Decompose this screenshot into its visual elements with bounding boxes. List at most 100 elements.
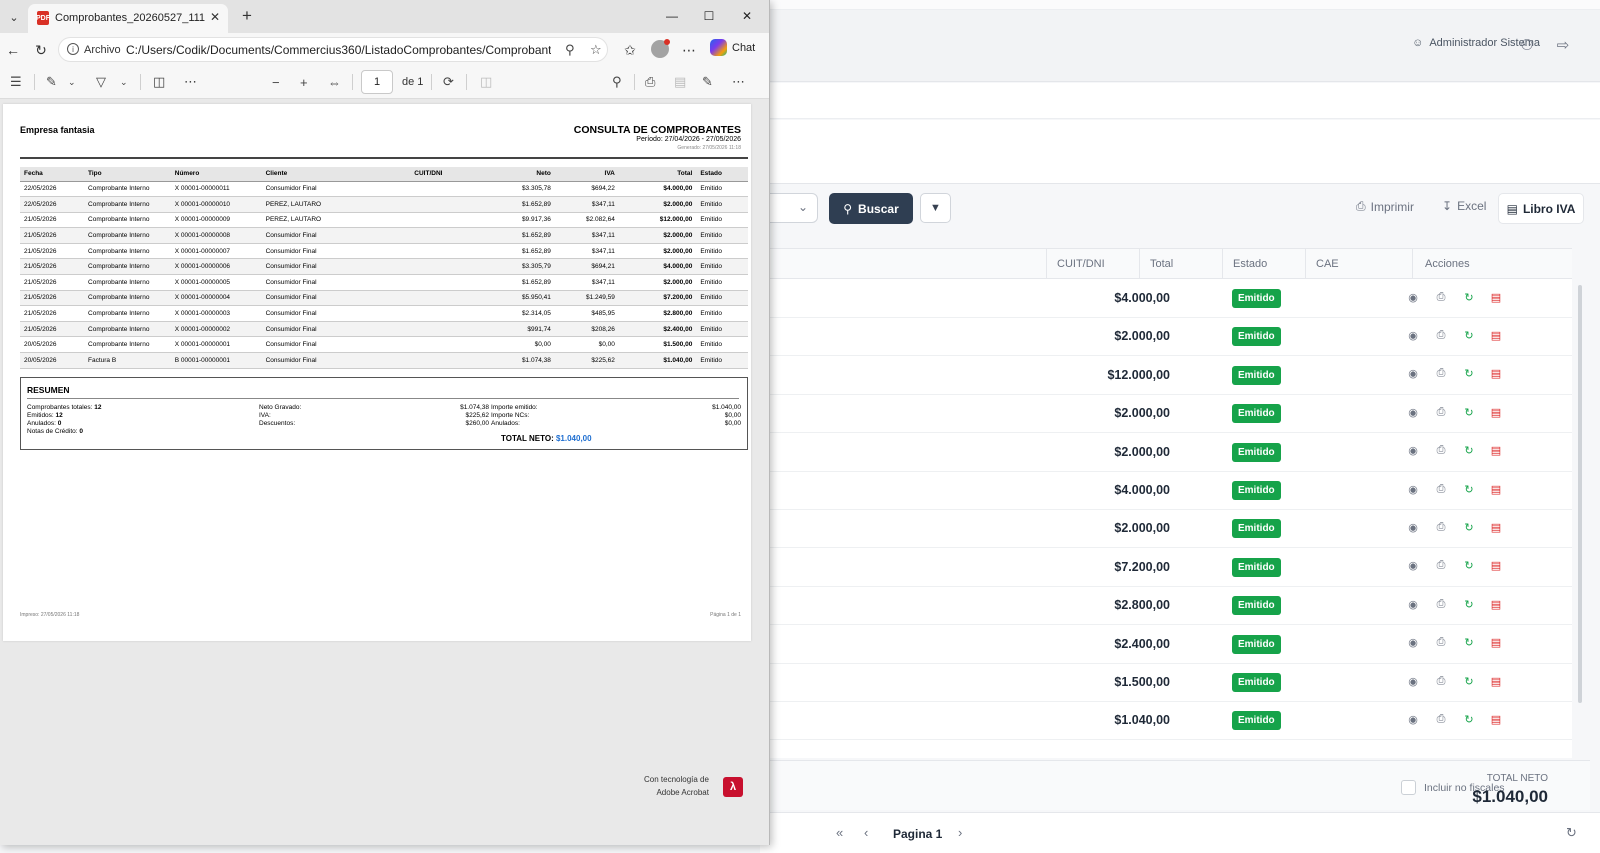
refresh-icon[interactable]: ↻	[1462, 482, 1476, 496]
printer-icon[interactable]: ⎙	[1434, 636, 1448, 650]
refresh-icon[interactable]: ↻	[1462, 290, 1476, 304]
page-view-icon[interactable]: ◫	[480, 73, 492, 91]
printer-icon[interactable]: ⎙	[1434, 444, 1448, 458]
table-row[interactable]: $1.040,00 Emitido ◉ ⎙ ↻ ▤	[760, 701, 1572, 741]
table-row[interactable]: $2.800,00 Emitido ◉ ⎙ ↻ ▤	[760, 586, 1572, 626]
table-row[interactable]: $4.000,00 Emitido ◉ ⎙ ↻ ▤	[760, 471, 1572, 510]
refresh-icon[interactable]: ↻	[1462, 444, 1476, 458]
refresh-icon[interactable]: ↻	[1462, 674, 1476, 688]
zoom-icon[interactable]: ⚲	[565, 42, 575, 58]
zoom-out-icon[interactable]: −	[272, 73, 280, 91]
new-tab-button[interactable]: +	[236, 5, 258, 27]
chevron-down-icon[interactable]: ⌄	[68, 73, 76, 91]
printer-icon[interactable]: ⎙	[1434, 290, 1448, 304]
pdf-icon[interactable]: ▤	[1489, 405, 1503, 419]
table-row[interactable]: $4.000,00 Emitido ◉ ⎙ ↻ ▤	[760, 279, 1572, 318]
settings-more-icon[interactable]: ⋯	[732, 73, 745, 91]
table-row[interactable]: $7.200,00 Emitido ◉ ⎙ ↻ ▤	[760, 548, 1572, 587]
column-header-total[interactable]: Total	[1150, 258, 1173, 270]
more-menu-icon[interactable]: ⋯	[678, 39, 700, 61]
printer-icon[interactable]: ⎙	[1434, 597, 1448, 611]
pdf-icon[interactable]: ▤	[1489, 367, 1503, 381]
printer-icon[interactable]: ⎙	[1434, 328, 1448, 342]
reload-button[interactable]: ↻	[30, 39, 52, 61]
eye-icon[interactable]: ◉	[1406, 405, 1420, 419]
favorite-star-icon[interactable]: ☆	[590, 42, 602, 58]
eye-icon[interactable]: ◉	[1406, 328, 1420, 342]
printer-icon[interactable]: ⎙	[1434, 674, 1448, 688]
back-button[interactable]: ←	[2, 39, 24, 61]
draw-icon[interactable]: ▽	[96, 73, 106, 91]
pdf-icon[interactable]: ▤	[1489, 328, 1503, 342]
table-row[interactable]: $2.000,00 Emitido ◉ ⎙ ↻ ▤	[760, 394, 1572, 434]
pdf-icon[interactable]: ▤	[1489, 636, 1503, 650]
user-settings-icon[interactable]: ⚇	[1518, 36, 1536, 54]
pdf-icon[interactable]: ▤	[1489, 520, 1503, 534]
pdf-icon[interactable]: ▤	[1489, 559, 1503, 573]
pdf-icon[interactable]: ▤	[1489, 444, 1503, 458]
print-button[interactable]: ⎙ Imprimir	[1356, 199, 1414, 214]
address-bar[interactable]: i Archivo C:/Users/Codik/Documents/Comme…	[58, 37, 608, 62]
refresh-icon[interactable]: ↻	[1566, 825, 1577, 841]
search-icon[interactable]: ⚲	[612, 73, 622, 91]
table-row[interactable]: $1.500,00 Emitido ◉ ⎙ ↻ ▤	[760, 663, 1572, 702]
highlight-icon[interactable]: ✎	[46, 73, 57, 91]
refresh-icon[interactable]: ↻	[1462, 405, 1476, 419]
print-icon[interactable]: ⎙	[645, 73, 655, 91]
refresh-icon[interactable]: ↻	[1462, 559, 1476, 573]
url-text[interactable]: C:/Users/Codik/Documents/Commercius360/L…	[126, 43, 551, 57]
more-tools-icon[interactable]: ⋯	[184, 73, 197, 91]
eye-icon[interactable]: ◉	[1406, 482, 1420, 496]
save-as-icon[interactable]: ✎	[702, 73, 713, 91]
pdf-canvas[interactable]: Empresa fantasia CONSULTA DE COMPROBANTE…	[0, 99, 769, 845]
libro-iva-button[interactable]: ▤ Libro IVA	[1498, 193, 1584, 224]
refresh-icon[interactable]: ↻	[1462, 597, 1476, 611]
eye-icon[interactable]: ◉	[1406, 712, 1420, 726]
info-icon[interactable]: i	[67, 43, 79, 55]
chevron-down-icon[interactable]: ⌄	[120, 73, 128, 91]
printer-icon[interactable]: ⎙	[1434, 712, 1448, 726]
refresh-icon[interactable]: ↻	[1462, 328, 1476, 342]
table-row[interactable]: $12.000,00 Emitido ◉ ⎙ ↻ ▤	[760, 356, 1572, 395]
pdf-icon[interactable]: ▤	[1489, 482, 1503, 496]
table-row[interactable]: $2.400,00 Emitido ◉ ⎙ ↻ ▤	[760, 625, 1572, 664]
pdf-icon[interactable]: ▤	[1489, 597, 1503, 611]
table-row[interactable]: $2.000,00 Emitido ◉ ⎙ ↻ ▤	[760, 433, 1572, 472]
refresh-icon[interactable]: ↻	[1462, 712, 1476, 726]
printer-icon[interactable]: ⎙	[1434, 405, 1448, 419]
rotate-icon[interactable]: ⟳	[443, 73, 454, 91]
search-button[interactable]: ⚲ Buscar	[829, 193, 913, 224]
include-non-fiscal-checkbox[interactable]	[1401, 780, 1416, 795]
printer-icon[interactable]: ⎙	[1434, 367, 1448, 381]
close-tab-icon[interactable]: ✕	[210, 10, 220, 24]
page-number-input[interactable]: 1	[361, 70, 393, 94]
eye-icon[interactable]: ◉	[1406, 597, 1420, 611]
eye-icon[interactable]: ◉	[1406, 636, 1420, 650]
table-row[interactable]: $2.000,00 Emitido ◉ ⎙ ↻ ▤	[760, 317, 1572, 357]
printer-icon[interactable]: ⎙	[1434, 482, 1448, 496]
column-header-estado[interactable]: Estado	[1233, 258, 1267, 270]
printer-icon[interactable]: ⎙	[1434, 559, 1448, 573]
favorites-icon[interactable]: ✩	[619, 39, 641, 61]
printer-icon[interactable]: ⎙	[1434, 520, 1448, 534]
save-icon[interactable]: ▤	[674, 73, 686, 91]
fit-width-icon[interactable]: ⇔	[328, 73, 341, 91]
tab-actions-menu[interactable]: ⌄	[3, 6, 25, 28]
excel-button[interactable]: ↧ Excel	[1442, 199, 1486, 213]
next-page-icon[interactable]: ›	[958, 825, 962, 840]
close-window-button[interactable]: ✕	[735, 5, 759, 27]
copilot-chat-button[interactable]: Chat	[710, 39, 755, 56]
refresh-icon[interactable]: ↻	[1462, 520, 1476, 534]
refresh-icon[interactable]: ↻	[1462, 636, 1476, 650]
table-of-contents-icon[interactable]: ☰	[10, 73, 22, 91]
clear-filters-button[interactable]: ▼	[920, 193, 951, 223]
pdf-icon[interactable]: ▤	[1489, 712, 1503, 726]
eye-icon[interactable]: ◉	[1406, 367, 1420, 381]
eye-icon[interactable]: ◉	[1406, 674, 1420, 688]
prev-page-icon[interactable]: ‹	[864, 825, 868, 840]
pdf-icon[interactable]: ▤	[1489, 290, 1503, 304]
refresh-icon[interactable]: ↻	[1462, 367, 1476, 381]
logout-icon[interactable]: ⇨	[1554, 36, 1572, 54]
eye-icon[interactable]: ◉	[1406, 444, 1420, 458]
column-header-cuit[interactable]: CUIT/DNI	[1057, 258, 1105, 270]
